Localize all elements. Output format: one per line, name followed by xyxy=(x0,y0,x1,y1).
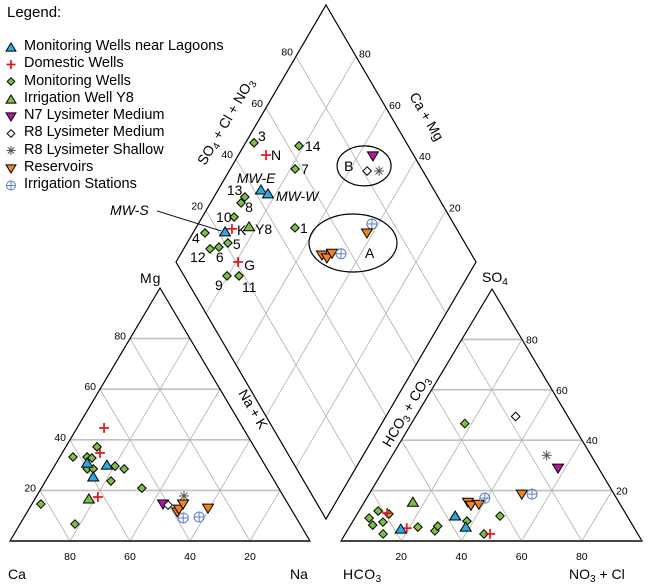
point-label: 7 xyxy=(301,161,309,177)
group-label-B: B xyxy=(344,158,353,174)
point-label: 10 xyxy=(216,209,232,225)
anion-base-tick-label: 40 xyxy=(456,551,468,563)
anion-point-irr xyxy=(526,488,538,500)
point-label: 1 xyxy=(300,220,308,236)
cation-point-irr xyxy=(177,512,189,524)
cation-side-tick-label: 20 xyxy=(24,482,36,494)
point-label: MW-W xyxy=(276,188,320,204)
anion-point-r8s xyxy=(541,450,552,461)
cation-side-tick-label: 80 xyxy=(114,331,126,343)
diamond-point-irr xyxy=(335,248,347,260)
cation-side-tick-label: 40 xyxy=(54,432,66,444)
point-label: MW-S xyxy=(110,202,149,218)
anion-base-tick-label: 20 xyxy=(395,551,407,563)
anion-point-irr xyxy=(479,492,491,504)
diamond-point-r8s xyxy=(374,166,385,177)
cation-base-tick-label: 20 xyxy=(244,551,256,563)
anion-base-tick-label: 80 xyxy=(576,551,588,563)
point-label: N xyxy=(271,147,281,163)
diamond-right-tick-label: 60 xyxy=(389,100,401,112)
anion-base-tick-label: 60 xyxy=(516,551,528,563)
piper-diagram: 80 60 40 2020406080Ca NaMgNa + K20 40 60 802040… xyxy=(8,3,644,585)
point-label: 9 xyxy=(215,277,223,293)
cation-side-tick-label: 60 xyxy=(84,381,96,393)
diamond-left-tick-label: 80 xyxy=(281,46,293,58)
cation-base-tick-label: 60 xyxy=(124,551,136,563)
diamond-left-tick-label: 40 xyxy=(221,149,233,161)
point-label: 12 xyxy=(190,249,206,265)
group-label-A: A xyxy=(365,245,375,261)
point-label: 8 xyxy=(245,199,253,215)
diamond-right-tick-label: 40 xyxy=(419,151,431,163)
anion-side-tick-label: 80 xyxy=(526,334,538,346)
point-label: 3 xyxy=(258,128,266,144)
point-label: 14 xyxy=(305,138,321,154)
anion-vertex-label-no3-cl: NO3 + Cl xyxy=(569,566,625,585)
diamond-right-tick-label: 80 xyxy=(359,48,371,60)
cation-vertex-label-mg: Mg xyxy=(140,270,161,286)
anion-side-tick-label: 60 xyxy=(556,385,568,397)
point-label: Y8 xyxy=(255,221,272,237)
diamond-point-irr xyxy=(366,218,378,230)
anion-vertex-label-hco3: HCO3 xyxy=(343,566,382,585)
point-label: 5 xyxy=(233,236,241,252)
point-label: 6 xyxy=(216,249,224,265)
diamond-right-edge-label: Ca + Mg xyxy=(406,89,447,143)
diamond-right-tick-label: 20 xyxy=(449,203,461,215)
cation-vertex-label-ca: Ca xyxy=(8,566,26,582)
diamond-left-tick-label: 60 xyxy=(251,98,263,110)
diamond-left-tick-label: 20 xyxy=(191,201,203,213)
point-label: MW-E xyxy=(237,170,276,186)
cation-point-irr xyxy=(193,511,205,523)
cation-point-r8s xyxy=(179,490,189,501)
anion-side-tick-label: 40 xyxy=(586,435,598,447)
cation-base-tick-label: 40 xyxy=(184,551,196,563)
point-label: 11 xyxy=(242,279,257,295)
anion-side-tick-label: 20 xyxy=(616,486,628,498)
cation-base-tick-label: 80 xyxy=(64,551,76,563)
point-label: 13 xyxy=(227,182,243,198)
cation-vertex-label-na: Na xyxy=(290,566,308,582)
point-label: G xyxy=(244,257,255,273)
point-label: 4 xyxy=(192,230,200,246)
